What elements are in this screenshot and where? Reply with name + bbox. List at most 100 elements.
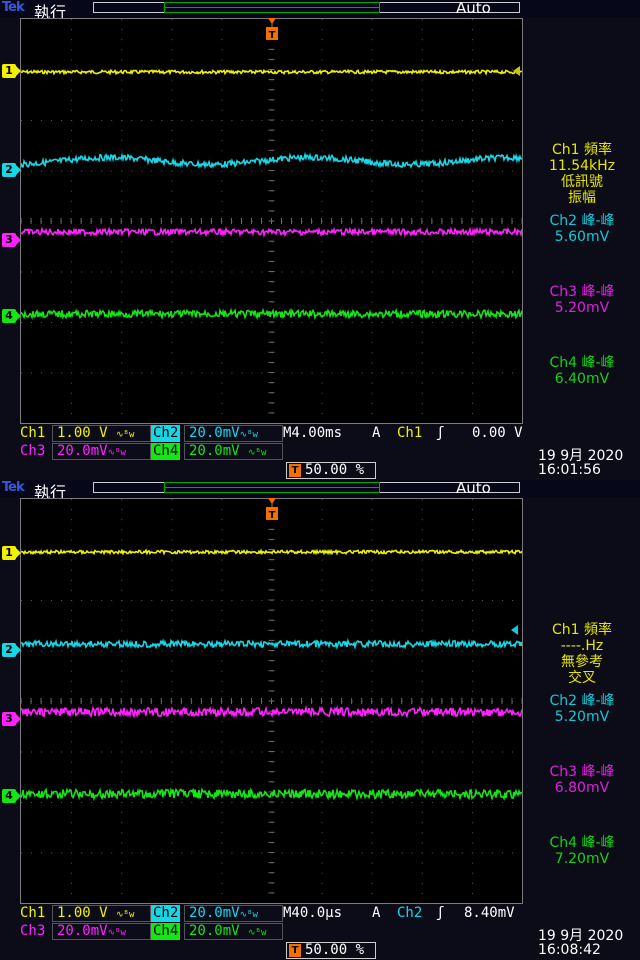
measurement-ch2: Ch2 峰-峰 5.20mV bbox=[527, 693, 637, 725]
ch2-scale[interactable]: 20.0mV∿ᴮw bbox=[184, 425, 283, 442]
svg-text:T: T bbox=[269, 510, 276, 521]
ch2-ground-marker[interactable]: 2 bbox=[2, 643, 21, 657]
ch3-ground-marker[interactable]: 3 bbox=[2, 233, 21, 247]
trigger-source[interactable]: Ch2 bbox=[397, 905, 422, 922]
ch4-ground-marker[interactable]: 4 bbox=[2, 789, 21, 803]
bw-limit-icon: ∿ᴮw bbox=[239, 430, 258, 440]
scope-screen-1: Tek 執行 Auto T 1 2 3 4 Ch1 頻率 11.54kHz 低訊… bbox=[0, 0, 640, 480]
ch4-scale[interactable]: 20.0mV ∿ᴮw bbox=[184, 443, 283, 460]
ch1-scale[interactable]: 1.00 V ∿ᴮw bbox=[52, 425, 151, 442]
svg-text:T: T bbox=[269, 30, 276, 41]
measurement-title: Ch2 峰-峰 bbox=[549, 213, 615, 229]
trigger-position-marker[interactable]: T bbox=[265, 18, 279, 42]
measurement-value: 5.20mV bbox=[554, 709, 610, 725]
channel-status-bar: Ch1 1.00 V ∿ᴮw Ch2 20.0mV∿ᴮw M40.0µs A C… bbox=[0, 904, 640, 960]
measurement-value: 5.20mV bbox=[554, 300, 610, 316]
ch1-ground-marker[interactable]: 1 bbox=[2, 64, 21, 78]
ch4-label[interactable]: Ch4 bbox=[151, 923, 181, 940]
ch3-trace bbox=[21, 226, 522, 239]
ch1-label[interactable]: Ch1 bbox=[20, 905, 45, 922]
measurement-note: 無參考 bbox=[561, 654, 603, 670]
measurement-title: Ch3 峰-峰 bbox=[549, 284, 615, 300]
rising-edge-icon: ʃ bbox=[436, 905, 445, 921]
trigger-level[interactable]: 8.40mV bbox=[464, 905, 515, 922]
waveform-display bbox=[21, 19, 522, 414]
trigger-mode-label: Auto bbox=[456, 0, 491, 17]
ch3-ground-marker[interactable]: 3 bbox=[2, 712, 21, 726]
trigger-level-marker[interactable] bbox=[511, 625, 518, 635]
grid-lines bbox=[21, 19, 522, 414]
trigger-position-marker[interactable]: T bbox=[265, 498, 279, 522]
ch2-ground-marker[interactable]: 2 bbox=[2, 163, 21, 177]
channel-status-bar: Ch1 1.00 V ∿ᴮw Ch2 20.0mV∿ᴮw M4.00ms A C… bbox=[0, 424, 640, 480]
ch3-label[interactable]: Ch3 bbox=[20, 443, 45, 460]
trigger-position-readout[interactable]: T 50.00 % bbox=[286, 462, 376, 479]
record-view-window bbox=[164, 2, 380, 13]
measurement-ch3: Ch3 峰-峰 6.80mV bbox=[527, 764, 637, 796]
ch3-scale[interactable]: 20.0mV∿ᴮw bbox=[52, 923, 151, 940]
top-status-bar: Tek 執行 Auto bbox=[0, 0, 640, 22]
measurement-ch1: Ch1 頻率 ----.Hz 無參考 交叉 bbox=[527, 622, 637, 686]
waveform-display bbox=[21, 499, 522, 894]
measurement-title: Ch4 峰-峰 bbox=[549, 355, 615, 371]
measurement-value: 5.60mV bbox=[554, 229, 610, 245]
measurement-ch3: Ch3 峰-峰 5.20mV bbox=[527, 284, 637, 316]
ch1-scale-value: 1.00 V bbox=[57, 905, 108, 921]
record-view-window bbox=[164, 482, 380, 493]
ch2-trace bbox=[21, 151, 522, 170]
measurement-title: Ch4 峰-峰 bbox=[549, 835, 615, 851]
ch2-scale-value: 20.0mV bbox=[189, 425, 240, 441]
scope-screen-2: Tek 執行 Auto T 1 2 3 4 Ch1 頻率 ----.Hz 無參考… bbox=[0, 480, 640, 960]
ch4-scale-value: 20.0mV bbox=[189, 443, 240, 459]
trigger-source[interactable]: Ch1 bbox=[397, 425, 422, 442]
ch1-scale-value: 1.00 V bbox=[57, 425, 108, 441]
trigger-position-readout[interactable]: T 50.00 % bbox=[286, 942, 376, 959]
bw-limit-icon: ∿ᴮw bbox=[116, 910, 135, 920]
ch3-scale[interactable]: 20.0mV∿ᴮw bbox=[52, 443, 151, 460]
measurement-value: 6.40mV bbox=[554, 371, 610, 387]
ch1-ground-marker[interactable]: 1 bbox=[2, 546, 21, 560]
timebase[interactable]: M40.0µs bbox=[283, 905, 342, 922]
measurement-ch4: Ch4 峰-峰 6.40mV bbox=[527, 355, 637, 387]
ch4-ground-marker[interactable]: 4 bbox=[2, 309, 21, 323]
measurement-note: 低訊號 bbox=[561, 174, 603, 190]
measurement-ch4: Ch4 峰-峰 7.20mV bbox=[527, 835, 637, 867]
rising-edge-icon: ʃ bbox=[436, 425, 445, 441]
trigger-position-value: 50.00 % bbox=[305, 942, 365, 958]
ch2-scale[interactable]: 20.0mV∿ᴮw bbox=[184, 905, 283, 922]
measurement-title: Ch2 峰-峰 bbox=[549, 693, 615, 709]
ch1-label[interactable]: Ch1 bbox=[20, 425, 45, 442]
ch2-scale-value: 20.0mV bbox=[189, 905, 240, 921]
measurement-title: Ch1 頻率 bbox=[551, 142, 612, 158]
time: 16:01:56 bbox=[538, 462, 601, 478]
ch3-scale-value: 20.0mV bbox=[57, 923, 108, 939]
graticule bbox=[20, 18, 523, 424]
measurement-note: 交叉 bbox=[568, 670, 596, 686]
ch3-label[interactable]: Ch3 bbox=[20, 923, 45, 940]
measurement-title: Ch1 頻率 bbox=[551, 622, 612, 638]
ch4-trace bbox=[21, 787, 522, 802]
timebase[interactable]: M4.00ms bbox=[283, 425, 342, 442]
trigger-icon: T bbox=[289, 464, 301, 477]
measurement-value: ----.Hz bbox=[560, 638, 604, 654]
trigger-icon: T bbox=[289, 944, 301, 957]
bw-limit-icon: ∿ᴮw bbox=[116, 430, 135, 440]
bw-limit-icon: ∿ᴮw bbox=[248, 448, 267, 458]
ch2-label[interactable]: Ch2 bbox=[151, 425, 181, 442]
ch4-scale-value: 20.0mV bbox=[189, 923, 240, 939]
measurement-ch1: Ch1 頻率 11.54kHz 低訊號 振幅 bbox=[527, 142, 637, 206]
time: 16:08:42 bbox=[538, 942, 601, 958]
acquisition-mode: A bbox=[372, 425, 381, 441]
ch2-trace bbox=[21, 638, 522, 651]
ch4-scale[interactable]: 20.0mV ∿ᴮw bbox=[184, 923, 283, 940]
measurement-value: 11.54kHz bbox=[548, 158, 616, 174]
brand-logo: Tek bbox=[2, 0, 25, 15]
trigger-level[interactable]: 0.00 V bbox=[472, 425, 523, 442]
trigger-level-marker[interactable] bbox=[513, 66, 520, 76]
measurement-value: 7.20mV bbox=[554, 851, 610, 867]
trigger-position-value: 50.00 % bbox=[305, 462, 365, 478]
ch2-label[interactable]: Ch2 bbox=[151, 905, 181, 922]
ch1-scale[interactable]: 1.00 V ∿ᴮw bbox=[52, 905, 151, 922]
measurement-value: 6.80mV bbox=[554, 780, 610, 796]
ch4-label[interactable]: Ch4 bbox=[151, 443, 181, 460]
